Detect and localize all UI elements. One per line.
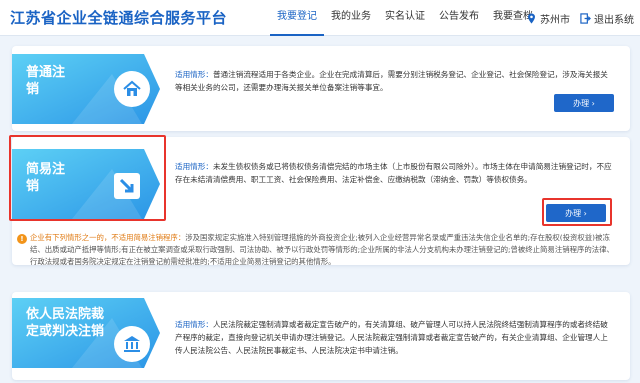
warning-lead: 企业有下列情形之一的，不适用简易注销程序：	[30, 233, 186, 242]
bank-icon	[114, 326, 150, 362]
badge-simple-label: 简易注 销	[26, 162, 66, 194]
card-court-deregistration: 依人民法院裁 定或判决注销 适用情形：人民法院裁定强制清算或者裁定宣告破产的，有…	[12, 292, 630, 380]
nav-announcement[interactable]: 公告发布	[432, 0, 486, 36]
card-simple-desc: 适用情形：未发生债权债务或已将债权债务清偿完结的市场主体（上市股份有限公司除外）…	[175, 160, 615, 186]
handle-button-simple[interactable]: 办理 ›	[546, 204, 606, 222]
card-normal-desc: 适用情形：普通注销流程适用于各类企业。企业在完成清算后，需要分别注销税务登记、企…	[175, 68, 615, 94]
card-normal-text: 普通注销流程适用于各类企业。企业在完成清算后，需要分别注销税务登记、企业登记、社…	[175, 70, 608, 92]
logout-button[interactable]: 退出系统	[580, 11, 634, 26]
badge-court: 依人民法院裁 定或判决注销	[12, 298, 160, 368]
badge-normal-label: 普通注 销	[26, 65, 66, 97]
arrow-icon	[112, 171, 142, 201]
handle-button-normal[interactable]: 办理 ›	[554, 94, 614, 112]
location-pin-icon	[528, 13, 535, 24]
logout-icon	[580, 13, 591, 24]
logout-label: 退出系统	[594, 15, 634, 26]
badge-normal: 普通注 销	[12, 54, 160, 124]
nav-register[interactable]: 我要登记	[270, 0, 324, 36]
site-title: 江苏省企业全链通综合服务平台	[10, 9, 228, 27]
card-simple-text: 未发生债权债务或已将债权债务清偿完结的市场主体（上市股份有限公司除外）。市场主体…	[175, 162, 612, 184]
top-bar: 江苏省企业全链通综合服务平台 我要登记 我的业务 实名认证 公告发布 我要查档 …	[0, 0, 640, 36]
warning-icon: !	[17, 234, 27, 244]
card-simple-tag: 适用情形：	[175, 162, 213, 171]
nav-my-business[interactable]: 我的业务	[324, 0, 378, 36]
card-normal-deregistration: 普通注 销 适用情形：普通注销流程适用于各类企业。企业在完成清算后，需要分别注销…	[12, 46, 630, 131]
card-normal-tag: 适用情形：	[175, 70, 213, 79]
card-court-text: 人民法院裁定强制清算或者裁定宣告破产的，有关清算组、破产管理人可以持人民法院终结…	[175, 320, 608, 355]
city-label: 苏州市	[540, 15, 570, 26]
city-selector[interactable]: 苏州市	[526, 11, 570, 26]
card-court-tag: 适用情形：	[175, 320, 213, 329]
badge-simple: 简易注 销	[12, 149, 160, 219]
main-nav: 我要登记 我的业务 实名认证 公告发布 我要查档	[270, 0, 540, 36]
simple-exclusion-warning: 企业有下列情形之一的，不适用简易注销程序：涉及国家规定实施准入特别管理措施的外商…	[30, 232, 620, 268]
nav-real-name[interactable]: 实名认证	[378, 0, 432, 36]
house-icon	[114, 71, 150, 107]
badge-court-label: 依人民法院裁 定或判决注销	[26, 307, 105, 339]
card-court-desc: 适用情形：人民法院裁定强制清算或者裁定宣告破产的，有关清算组、破产管理人可以持人…	[175, 318, 615, 357]
